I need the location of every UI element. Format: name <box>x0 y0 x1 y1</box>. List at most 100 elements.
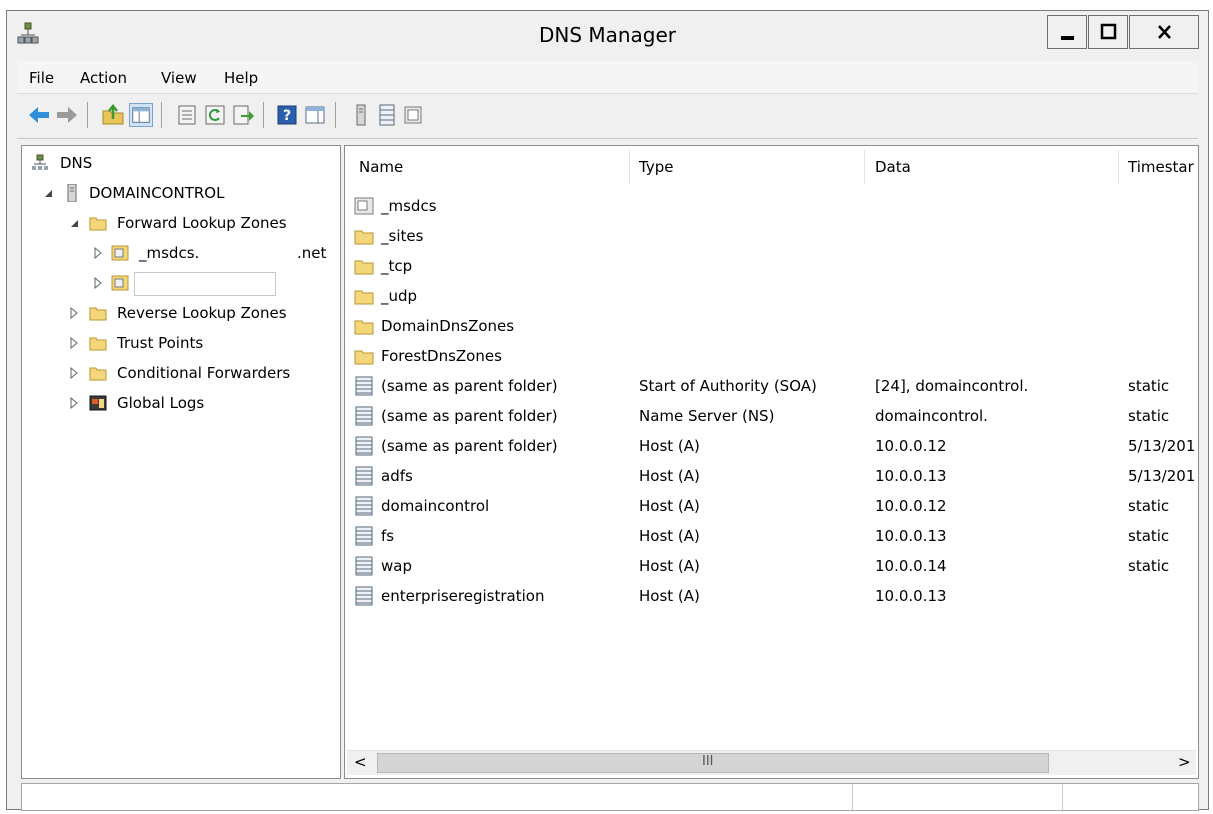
collapse-arrow-icon[interactable] <box>42 186 54 200</box>
cell-timestamp: 5/13/201 <box>1128 467 1196 485</box>
tree-node-global-logs[interactable]: Global Logs <box>22 392 338 418</box>
server-icon[interactable] <box>349 103 373 127</box>
table-row[interactable]: domaincontrol Host (A) 10.0.0.12 static <box>345 492 1198 522</box>
minimize-icon <box>1061 36 1074 40</box>
column-divider[interactable] <box>629 150 630 184</box>
records-list-icon[interactable] <box>375 103 399 127</box>
cell-name: fs <box>381 527 395 545</box>
cell-timestamp: static <box>1128 377 1170 395</box>
horizontal-scrollbar[interactable]: < III > <box>347 750 1196 775</box>
tree-node-reverse-lookup-zones[interactable]: Reverse Lookup Zones <box>22 302 338 328</box>
cell-type: Host (A) <box>639 467 700 485</box>
up-folder-icon[interactable] <box>101 103 125 127</box>
title-bar[interactable]: DNS Manager <box>7 11 1208 61</box>
show-hide-tree-icon[interactable] <box>129 103 153 127</box>
column-header-type[interactable]: Type <box>639 158 673 176</box>
table-row[interactable]: _msdcs <box>345 192 1198 222</box>
cell-data: 10.0.0.12 <box>875 497 947 515</box>
folder-icon <box>89 337 107 351</box>
scroll-right-button[interactable]: > <box>1173 752 1193 774</box>
back-arrow-icon[interactable] <box>27 103 51 127</box>
table-row[interactable]: adfs Host (A) 10.0.0.13 5/13/201 <box>345 462 1198 492</box>
menu-file[interactable]: File <box>29 69 54 87</box>
forward-arrow-icon[interactable] <box>55 103 79 127</box>
cell-type: Host (A) <box>639 557 700 575</box>
event-log-icon <box>89 395 107 411</box>
properties-icon[interactable] <box>175 103 199 127</box>
expand-arrow-icon[interactable] <box>68 306 80 320</box>
expand-arrow-icon[interactable] <box>68 396 80 410</box>
menu-action[interactable]: Action <box>80 69 127 87</box>
expand-arrow-icon[interactable] <box>92 276 104 290</box>
expand-arrow-icon[interactable] <box>68 336 80 350</box>
zone-icon <box>111 275 129 291</box>
zone-icon[interactable] <box>401 103 425 127</box>
dns-record-icon <box>355 556 373 576</box>
table-row[interactable]: wap Host (A) 10.0.0.14 static <box>345 552 1198 582</box>
table-row[interactable]: (same as parent folder) Name Server (NS) d… <box>345 402 1198 432</box>
folder-icon <box>89 367 107 381</box>
scroll-left-button[interactable]: < <box>349 752 369 774</box>
scrollbar-thumb[interactable]: III <box>377 753 1049 773</box>
cell-name: (same as parent folder) <box>381 437 558 455</box>
maximize-icon <box>1100 23 1117 40</box>
folder-icon <box>89 217 107 231</box>
cell-timestamp: static <box>1128 527 1170 545</box>
expand-arrow-icon[interactable] <box>92 246 104 260</box>
table-row[interactable]: _sites <box>345 222 1198 252</box>
table-row[interactable]: _udp <box>345 282 1198 312</box>
column-header-timestamp[interactable]: Timestar <box>1128 158 1194 176</box>
tree-node-server[interactable]: DOMAINCONTROL <box>22 182 338 208</box>
tree-node-unnamed-zone[interactable] <box>22 272 338 298</box>
tree-node-forward-lookup-zones[interactable]: Forward Lookup Zones <box>22 212 338 238</box>
column-header-name[interactable]: Name <box>359 158 403 176</box>
export-list-icon[interactable] <box>231 103 255 127</box>
console-tree[interactable]: DNS DOMAINCONTROL Forward Lookup Zones _… <box>21 145 341 779</box>
column-header-data[interactable]: Data <box>875 158 911 176</box>
refresh-icon[interactable] <box>203 103 227 127</box>
table-row[interactable]: (same as parent folder) Host (A) 10.0.0.12… <box>345 432 1198 462</box>
cell-name: DomainDnsZones <box>381 317 515 335</box>
tree-node-dns[interactable]: DNS <box>22 152 338 178</box>
toolbar-separator <box>263 102 264 128</box>
tree-node-trust-points[interactable]: Trust Points <box>22 332 338 358</box>
table-row[interactable]: (same as parent folder) Start of Authorit… <box>345 372 1198 402</box>
cell-type: Name Server (NS) <box>639 407 775 425</box>
dns-root-icon <box>32 154 48 170</box>
menu-view[interactable]: View <box>161 69 197 87</box>
table-row[interactable]: ForestDnsZones <box>345 342 1198 372</box>
menu-help[interactable]: Help <box>224 69 258 87</box>
folder-icon <box>354 320 374 335</box>
cell-name: (same as parent folder) <box>381 377 558 395</box>
cell-name: domaincontrol <box>381 497 490 515</box>
table-row[interactable]: DomainDnsZones <box>345 312 1198 342</box>
help-icon[interactable]: ? <box>275 103 299 127</box>
cell-name: wap <box>381 557 412 575</box>
zone-icon <box>354 197 374 215</box>
minimize-button[interactable] <box>1047 15 1087 49</box>
column-divider[interactable] <box>1118 150 1119 184</box>
cell-timestamp: 5/13/201 <box>1128 437 1196 455</box>
maximize-button[interactable] <box>1088 15 1128 49</box>
close-button[interactable] <box>1129 15 1199 49</box>
toolbar-separator <box>335 102 336 128</box>
dns-manager-window: DNS Manager File Action View Help ? DNS … <box>6 10 1209 811</box>
cell-name: ForestDnsZones <box>381 347 502 365</box>
records-list-view[interactable]: Name Type Data Timestar _msdcs _sites _tcp… <box>344 145 1199 779</box>
dns-record-icon <box>355 526 373 546</box>
cell-type: Host (A) <box>639 527 700 545</box>
table-row[interactable]: fs Host (A) 10.0.0.13 static <box>345 522 1198 552</box>
tree-node-conditional-forwarders[interactable]: Conditional Forwarders <box>22 362 338 388</box>
table-row[interactable]: enterpriseregistration Host (A) 10.0.0.13 <box>345 582 1198 612</box>
toolbar-separator <box>161 102 162 128</box>
collapse-arrow-icon[interactable] <box>68 216 80 230</box>
tree-label: _msdcs. <box>139 244 200 262</box>
table-row[interactable]: _tcp <box>345 252 1198 282</box>
cell-name: (same as parent folder) <box>381 407 558 425</box>
tree-node-msdcs-zone[interactable]: _msdcs. .net <box>22 242 338 268</box>
expand-arrow-icon[interactable] <box>68 366 80 380</box>
show-hide-action-pane-icon[interactable] <box>303 103 327 127</box>
status-divider <box>1062 784 1063 810</box>
column-divider[interactable] <box>864 150 865 184</box>
scroll-right-arrow: > <box>1178 753 1191 771</box>
